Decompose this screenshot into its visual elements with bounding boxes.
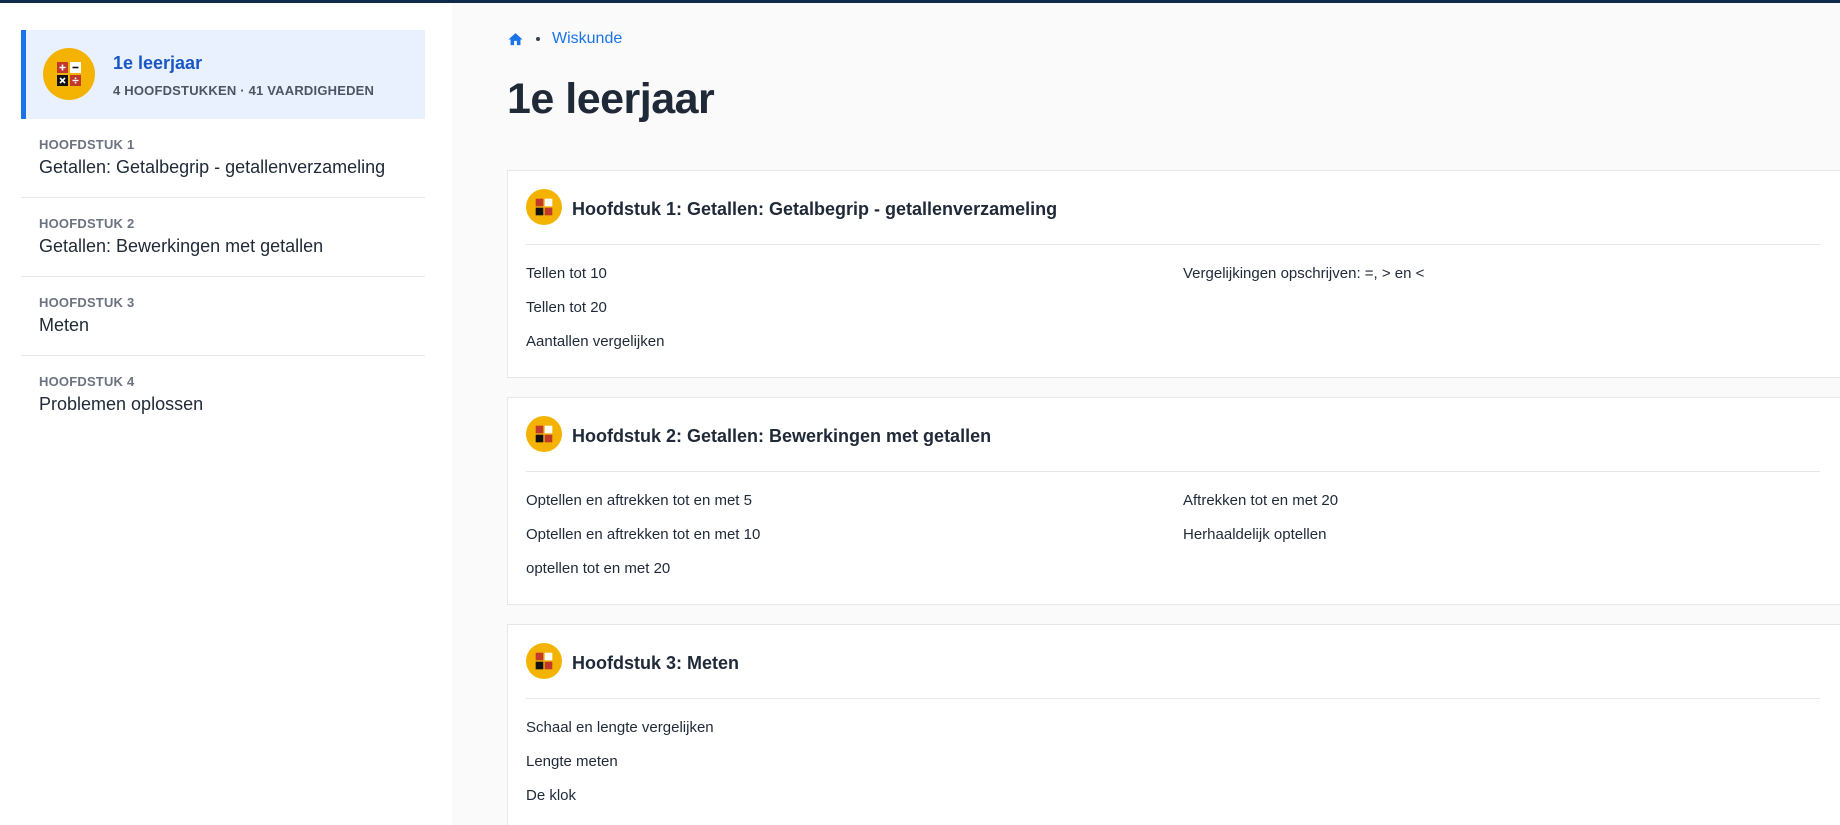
skill-link[interactable]: Tellen tot 10 [526, 264, 664, 298]
chapter-name: Meten [39, 315, 90, 335]
sidebar-chapter-2[interactable]: HOOFDSTUK 2 Getallen: Bewerkingen met ge… [21, 198, 425, 277]
chapter-list: HOOFDSTUK 1 Getallen: Getalbegrip - geta… [21, 119, 425, 435]
chapter-kicker: HOOFDSTUK 1 [39, 137, 135, 152]
breadcrumb: Wiskunde [507, 30, 622, 48]
skill-link[interactable]: Aftrekken tot en met 20 [1183, 491, 1338, 525]
card-divider [526, 244, 1820, 245]
skill-link[interactable]: Aantallen vergelijken [526, 332, 664, 366]
card-divider [526, 698, 1820, 699]
calculator-icon [43, 48, 95, 105]
main-content: Wiskunde 1e leerjaar Hoofdstuk 1: Getall… [452, 3, 1840, 825]
card-divider [526, 471, 1820, 472]
chapter-card-1: Hoofdstuk 1: Getallen: Getalbegrip - get… [507, 170, 1840, 378]
skill-link[interactable]: Schaal en lengte vergelijken [526, 718, 714, 752]
skill-link[interactable]: Optellen en aftrekken tot en met 10 [526, 525, 760, 559]
chapter-name: Getallen: Getalbegrip - getallenverzamel… [39, 157, 386, 177]
card-title: Hoofdstuk 2: Getallen: Bewerkingen met g… [572, 426, 992, 446]
chapter-kicker: HOOFDSTUK 2 [39, 216, 135, 231]
breadcrumb-separator [536, 37, 540, 41]
card-header: Hoofdstuk 1: Getallen: Getalbegrip - get… [526, 189, 1057, 230]
sidebar-chapter-4[interactable]: HOOFDSTUK 4 Problemen oplossen [21, 356, 425, 435]
calculator-icon [526, 416, 562, 457]
breadcrumb-link-wiskunde[interactable]: Wiskunde [552, 30, 622, 48]
chapter-kicker: HOOFDSTUK 3 [39, 295, 135, 310]
home-icon[interactable] [507, 31, 524, 48]
skill-link[interactable]: Lengte meten [526, 752, 714, 786]
calculator-icon [526, 643, 562, 684]
card-header: Hoofdstuk 3: Meten [526, 643, 739, 684]
chapter-kicker: HOOFDSTUK 4 [39, 374, 135, 389]
page-title: 1e leerjaar [507, 75, 715, 123]
sidebar-chapter-1[interactable]: HOOFDSTUK 1 Getallen: Getalbegrip - geta… [21, 119, 425, 198]
card-header: Hoofdstuk 2: Getallen: Bewerkingen met g… [526, 416, 991, 457]
chapter-name: Getallen: Bewerkingen met getallen [39, 236, 324, 256]
course-title: 1e leerjaar [113, 53, 203, 73]
skill-link[interactable]: Optellen en aftrekken tot en met 5 [526, 491, 760, 525]
chapter-card-3: Hoofdstuk 3: Meten Schaal en lengte verg… [507, 624, 1840, 825]
skill-link[interactable]: optellen tot en met 20 [526, 559, 760, 593]
calculator-icon [526, 189, 562, 230]
course-subtitle: 4 HOOFDSTUKKEN · 41 VAARDIGHEDEN [113, 83, 375, 98]
sidebar-chapter-3[interactable]: HOOFDSTUK 3 Meten [21, 277, 425, 356]
chapter-card-2: Hoofdstuk 2: Getallen: Bewerkingen met g… [507, 397, 1840, 605]
skill-link[interactable]: Herhaaldelijk optellen [1183, 525, 1338, 559]
skill-link[interactable]: De klok [526, 786, 714, 820]
sidebar: 1e leerjaar 4 HOOFDSTUKKEN · 41 VAARDIGH… [0, 3, 452, 825]
card-title: Hoofdstuk 3: Meten [572, 653, 740, 673]
sidebar-course-header[interactable]: 1e leerjaar 4 HOOFDSTUKKEN · 41 VAARDIGH… [21, 30, 425, 119]
skill-link[interactable]: Tellen tot 20 [526, 298, 664, 332]
chapter-name: Problemen oplossen [39, 394, 204, 414]
skill-link[interactable]: Vergelijkingen opschrijven: =, > en < [1183, 264, 1424, 298]
card-title: Hoofdstuk 1: Getallen: Getalbegrip - get… [572, 199, 1058, 219]
